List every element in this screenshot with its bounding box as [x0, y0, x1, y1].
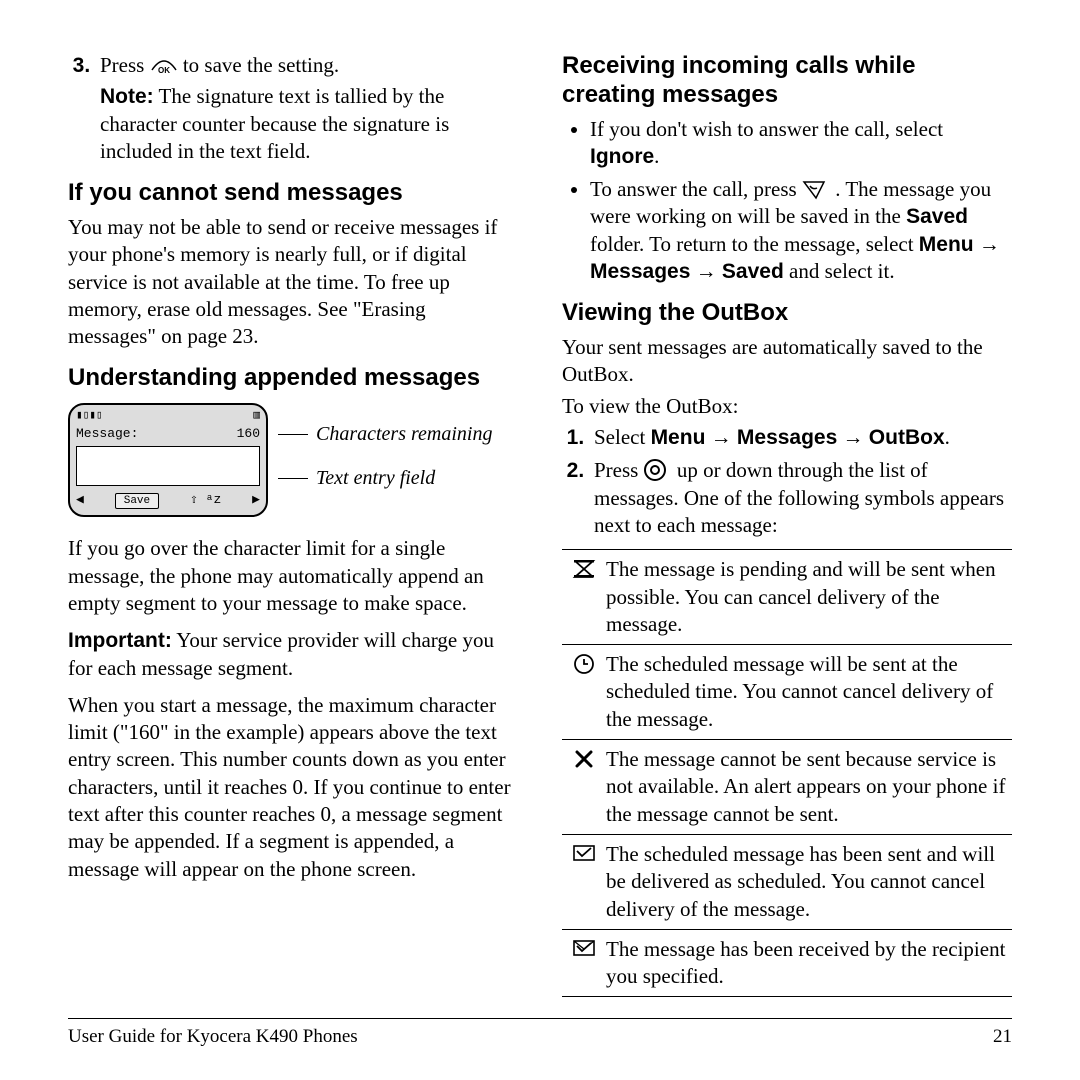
phone-annotations: Characters remaining Text entry field: [278, 403, 492, 491]
para-important: Important: Your service provider will ch…: [68, 627, 518, 682]
table-row: The scheduled message has been sent and …: [562, 835, 1012, 930]
heading-cannot-send: If you cannot send messages: [68, 179, 518, 208]
outbox-icon-table: The message is pending and will be sent …: [562, 549, 1012, 997]
table-row: The message has been received by the rec…: [562, 930, 1012, 998]
heading-understanding: Understanding appended messages: [68, 364, 518, 393]
softkey-right-icon: ▶: [252, 492, 260, 509]
phone-message-label: Message:: [76, 426, 138, 443]
step3-note: Note: The signature text is tallied by t…: [100, 83, 518, 165]
outbox-step-2: Press up or down through the list of mes…: [590, 457, 1012, 539]
para-outbox-1: Your sent messages are automatically sav…: [562, 334, 1012, 389]
para-over-limit: If you go over the character limit for a…: [68, 535, 518, 617]
left-column: Press OK to save the setting. Note: The …: [68, 52, 518, 1004]
table-row: The message is pending and will be sent …: [562, 550, 1012, 645]
envelope-received-icon: [562, 936, 606, 991]
pending-icon: [562, 556, 606, 638]
phone-screen: ▮▯▮▯ ▥ Message: 160 ◀ Save ⇧ ᵃz ▶: [68, 403, 268, 517]
step3-text-b: to save the setting.: [183, 53, 339, 77]
footer-title: User Guide for Kyocera K490 Phones: [68, 1025, 358, 1050]
table-row: The message cannot be sent because servi…: [562, 740, 1012, 835]
outbox-steps: Select Menu → Messages → OutBox. Press u…: [562, 424, 1012, 539]
para-start-message: When you start a message, the maximum ch…: [68, 692, 518, 883]
softkey-mode-icon: ⇧ ᵃz: [190, 492, 221, 509]
annot-chars-remaining: Characters remaining: [316, 421, 492, 447]
battery-icon: ▥: [253, 409, 260, 423]
receiving-bullets: If you don't wish to answer the call, se…: [562, 116, 1012, 286]
para-outbox-2: To view the OutBox:: [562, 393, 1012, 420]
nav-key-icon: [644, 459, 672, 479]
signal-icon: ▮▯▮▯: [76, 409, 103, 423]
row-text: The message cannot be sent because servi…: [606, 746, 1012, 828]
footer-page: 21: [993, 1025, 1012, 1050]
heading-receiving: Receiving incoming calls while creating …: [562, 52, 1012, 110]
row-text: The message has been received by the rec…: [606, 936, 1012, 991]
note-label: Note:: [100, 85, 154, 108]
step-3: Press OK to save the setting. Note: The …: [96, 52, 518, 165]
right-column: Receiving incoming calls while creating …: [562, 52, 1012, 1004]
ignore-label: Ignore: [590, 145, 654, 168]
row-text: The scheduled message will be sent at th…: [606, 651, 1012, 733]
important-label: Important:: [68, 629, 172, 652]
clock-icon: [562, 651, 606, 733]
table-row: The scheduled message will be sent at th…: [562, 645, 1012, 740]
phone-char-count: 160: [237, 426, 260, 443]
para-cannot-send: You may not be able to send or receive m…: [68, 214, 518, 350]
bullet-answer: To answer the call, press . The message …: [590, 176, 1012, 285]
annot-text-field: Text entry field: [316, 465, 435, 491]
step-list: Press OK to save the setting. Note: The …: [68, 52, 518, 165]
envelope-check-icon: [562, 841, 606, 923]
softkey-left-icon: ◀: [76, 492, 84, 509]
heading-outbox: Viewing the OutBox: [562, 299, 1012, 328]
softkey-save: Save: [115, 493, 159, 509]
phone-text-field: [76, 446, 260, 486]
svg-text:OK: OK: [158, 66, 170, 75]
x-icon: [562, 746, 606, 828]
row-text: The scheduled message has been sent and …: [606, 841, 1012, 923]
page-footer: User Guide for Kyocera K490 Phones 21: [68, 1018, 1012, 1050]
phone-illustration: ▮▯▮▯ ▥ Message: 160 ◀ Save ⇧ ᵃz ▶: [68, 403, 518, 517]
bullet-ignore: If you don't wish to answer the call, se…: [590, 116, 1012, 171]
row-text: The message is pending and will be sent …: [606, 556, 1012, 638]
call-key-icon: [802, 180, 830, 200]
outbox-step-1: Select Menu → Messages → OutBox.: [590, 424, 1012, 451]
ok-key-icon: OK: [150, 56, 178, 76]
step3-text-a: Press: [100, 53, 150, 77]
